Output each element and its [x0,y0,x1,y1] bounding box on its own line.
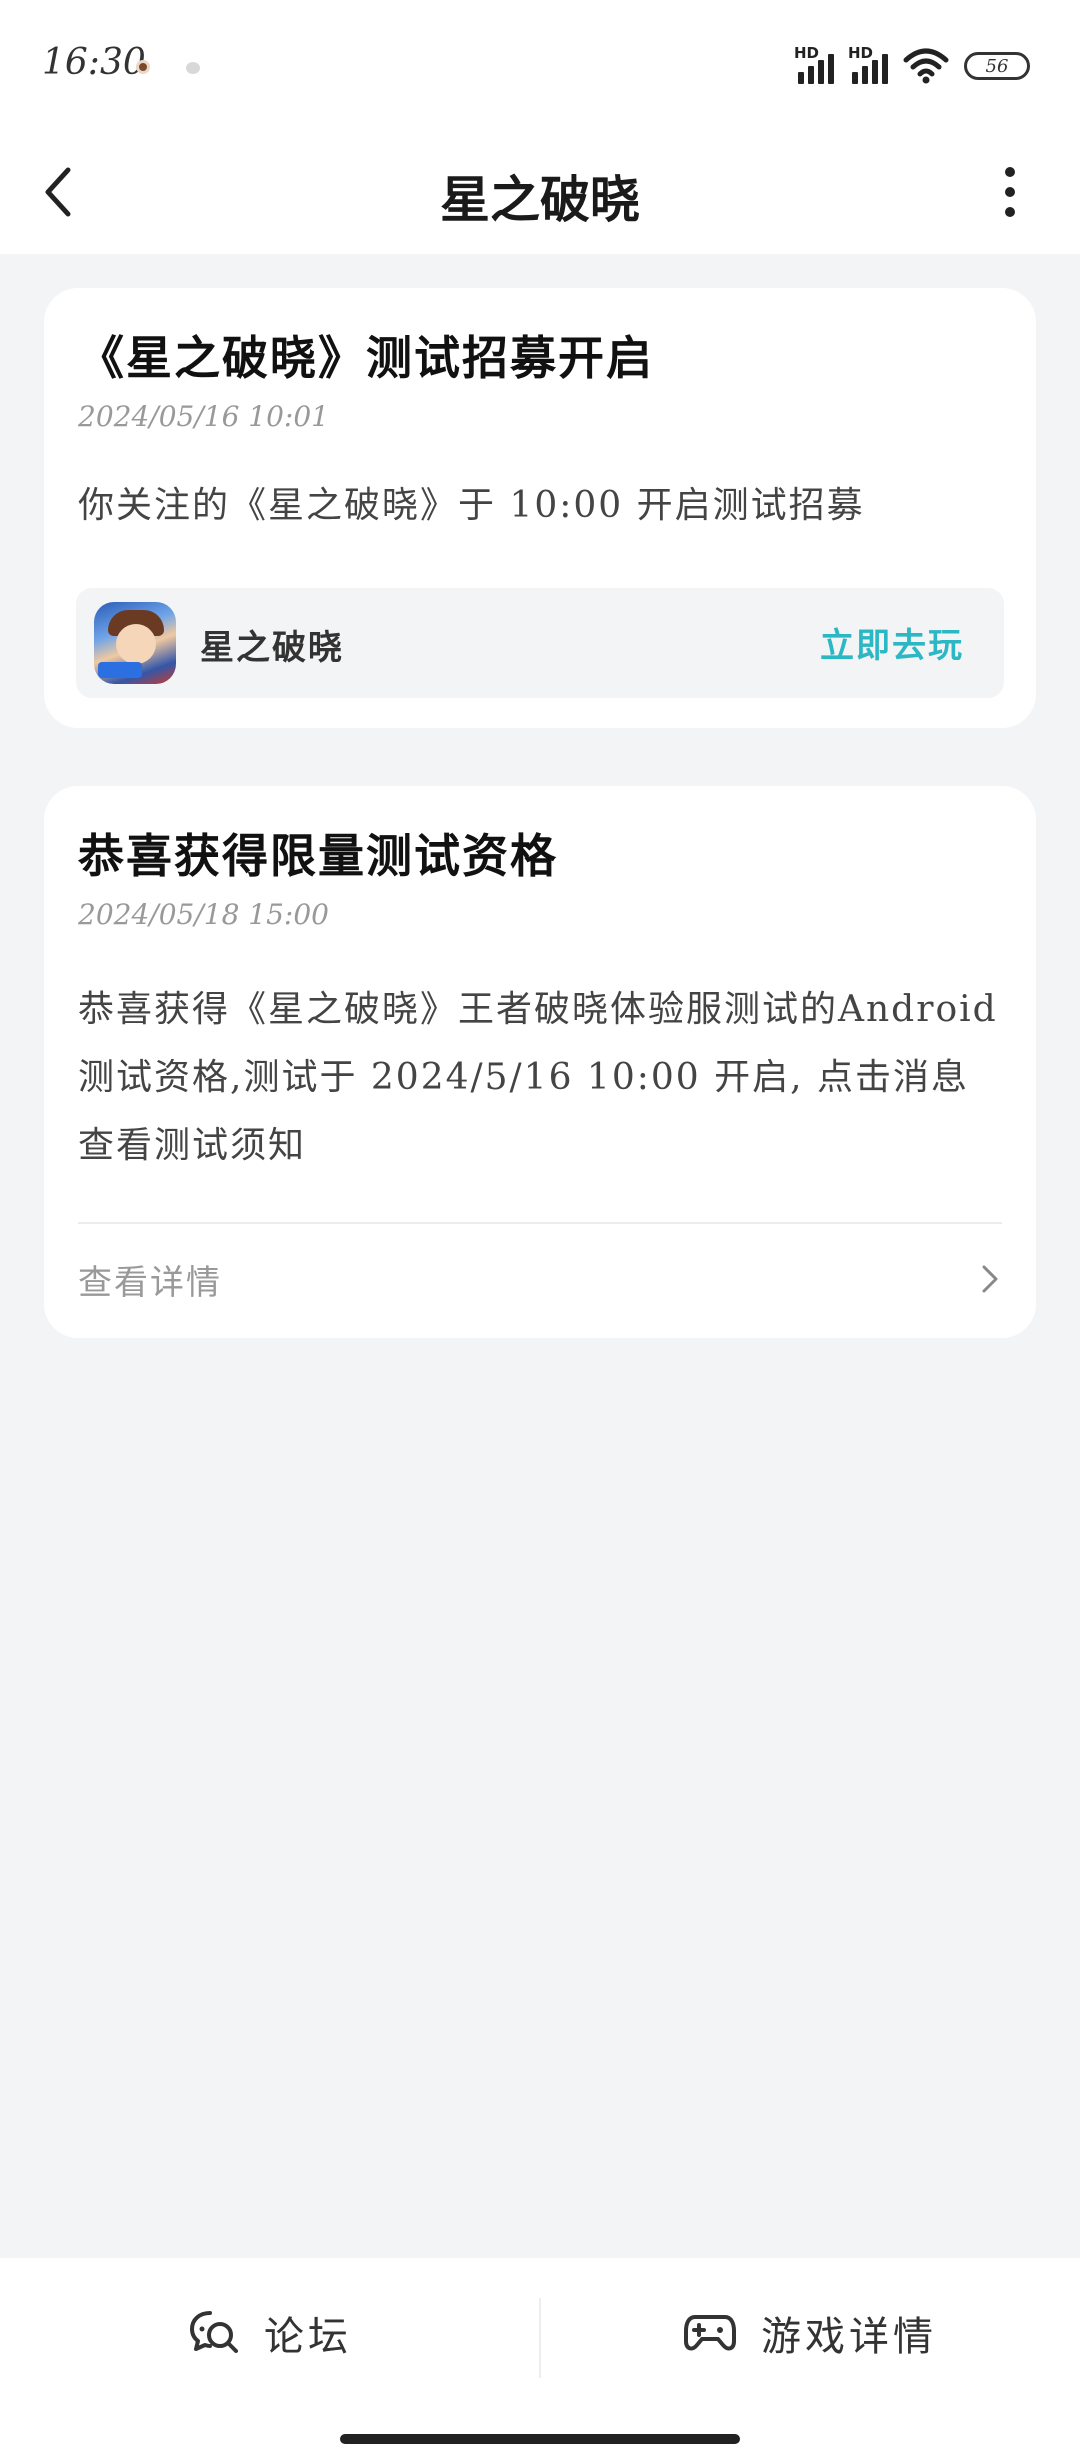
wifi-icon [903,48,949,84]
forum-chat-icon [190,2311,238,2353]
view-details-label: 查看详情 [78,1262,222,1303]
message-date: 2024/05/18 15:00 [78,898,329,931]
message-card[interactable]: 《星之破晓》测试招募开启 2024/05/16 10:01 你关注的《星之破晓》… [44,288,1036,728]
page-title: 星之破晓 [440,170,640,229]
game-row[interactable]: 星之破晓 立即去玩 [76,588,1004,698]
more-vertical-icon [1005,167,1015,177]
divider [78,1222,1002,1224]
home-indicator[interactable] [340,2434,740,2444]
status-bar: 16:30 HD HD 56 [0,0,1080,130]
message-date: 2024/05/16 10:01 [78,400,329,433]
game-name: 星之破晓 [200,628,344,668]
hd-label-2: HD [848,44,874,62]
game-details-tab-label: 游戏详情 [761,2314,937,2360]
forum-tab-label: 论坛 [264,2314,352,2360]
chevron-right-icon [982,1265,998,1293]
notification-icon [136,60,150,74]
cellular-signal-icon: HD [794,44,834,84]
message-card[interactable]: 恭喜获得限量测试资格 2024/05/18 15:00 恭喜获得《星之破晓》王者… [44,786,1036,1338]
gamepad-icon [684,2315,736,2351]
status-time: 16:30 [42,42,146,83]
status-icons: HD HD 56 [794,44,1030,84]
message-body: 你关注的《星之破晓》于 10:00 开启测试招募 [78,485,865,526]
cellular-signal-icon-2: HD [848,44,888,84]
more-options-button[interactable] [980,152,1040,232]
message-title: 《星之破晓》测试招募开启 [78,331,654,385]
forum-tab[interactable]: 论坛 [0,2258,540,2408]
message-title: 恭喜获得限量测试资格 [78,829,558,883]
bottom-bar: 论坛 游戏详情 [0,2258,1080,2460]
notification-icon-secondary [186,62,200,74]
battery-level: 56 [985,55,1009,77]
play-now-button[interactable]: 立即去玩 [820,618,964,667]
message-body: 恭喜获得《星之破晓》王者破晓体验服测试的Android测试资格,测试于 2024… [78,989,998,1166]
view-details-link[interactable]: 查看详情 [78,1244,1002,1314]
game-app-icon [94,602,176,684]
game-details-tab[interactable]: 游戏详情 [540,2258,1080,2408]
battery-icon: 56 [964,52,1030,80]
hd-label: HD [794,44,820,62]
header: 星之破晓 [0,130,1080,254]
